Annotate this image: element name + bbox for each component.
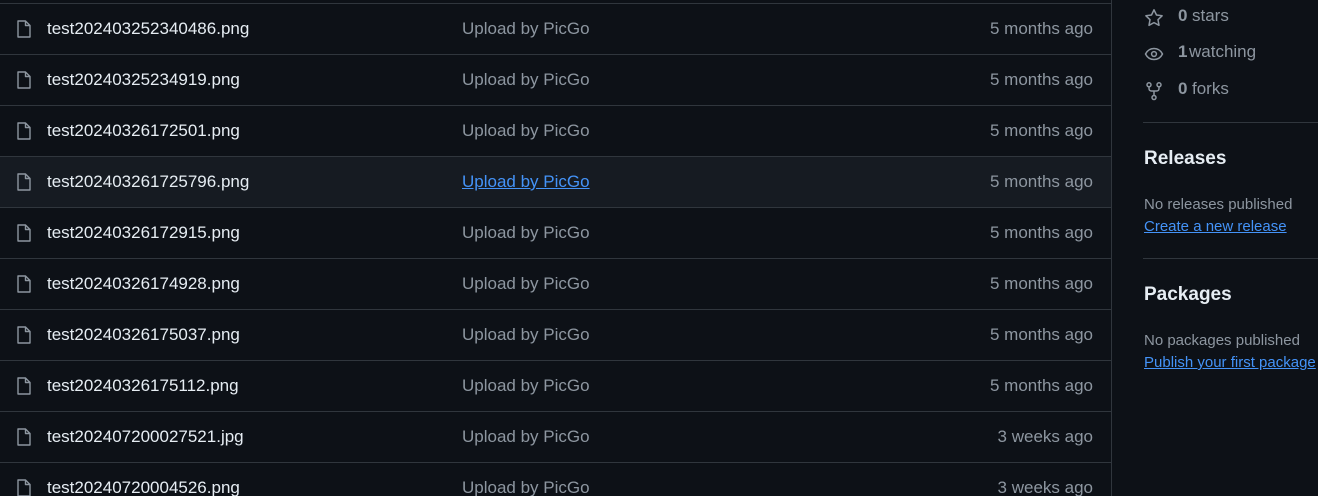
commit-message-link[interactable]: Upload by PicGo: [462, 427, 590, 447]
star-icon: [1145, 9, 1163, 27]
commit-message-link[interactable]: Upload by PicGo: [462, 478, 590, 496]
commit-age: 3 weeks ago: [997, 478, 1093, 496]
file-name-link[interactable]: test202407200027521.jpg: [47, 427, 244, 447]
commit-age: 5 months ago: [989, 325, 1093, 344]
commit-age: 5 months ago: [989, 223, 1093, 242]
publish-package-link[interactable]: Publish your first package: [1144, 354, 1316, 371]
file-name-link[interactable]: test20240326172915.png: [47, 223, 240, 243]
commit-age: 5 months ago: [989, 172, 1093, 191]
packages-empty-text: No packages published: [1144, 332, 1300, 349]
sidebar-divider: [1143, 122, 1318, 123]
watching-count: 1: [1178, 42, 1188, 61]
stars-label: stars: [1192, 6, 1229, 25]
file-name-link[interactable]: test20240326174928.png: [47, 274, 240, 294]
releases-empty-text: No releases published: [1144, 196, 1293, 213]
stars-link[interactable]: 0 stars: [1143, 6, 1263, 28]
packages-heading[interactable]: Packages: [1144, 284, 1232, 306]
file-name-link[interactable]: test20240720004526.png: [47, 478, 240, 496]
commit-message-link[interactable]: Upload by PicGo: [462, 70, 590, 90]
file-icon: [17, 326, 31, 344]
file-name-link[interactable]: test202403252340486.png: [47, 19, 249, 39]
commit-message-link[interactable]: Upload by PicGo: [462, 376, 590, 396]
create-release-link[interactable]: Create a new release: [1144, 218, 1287, 235]
stars-count: 0: [1178, 6, 1188, 25]
table-row[interactable]: test20240325234919.png Upload by PicGo 5…: [0, 55, 1111, 106]
repo-sidebar: 0 stars 1 watching 0 forks Releases No r…: [1143, 0, 1318, 496]
sidebar-divider: [1143, 258, 1318, 259]
commit-age: 5 months ago: [989, 376, 1093, 395]
table-row[interactable]: test20240326175112.png Upload by PicGo 5…: [0, 361, 1111, 412]
forks-label: forks: [1192, 79, 1229, 98]
file-icon: [17, 173, 31, 191]
commit-age: 5 months ago: [989, 19, 1093, 38]
file-icon: [17, 71, 31, 89]
file-icon: [17, 122, 31, 140]
table-row[interactable]: test20240720004526.png Upload by PicGo 3…: [0, 463, 1111, 496]
table-row[interactable]: test202403252340486.png Upload by PicGo …: [0, 4, 1111, 55]
file-table: test202403252340486.png Upload by PicGo …: [0, 0, 1112, 496]
file-icon: [17, 275, 31, 293]
watching-link[interactable]: 1 watching: [1143, 42, 1273, 64]
file-icon: [17, 428, 31, 446]
file-icon: [17, 377, 31, 395]
file-name-link[interactable]: test20240326172501.png: [47, 121, 240, 141]
commit-message-link[interactable]: Upload by PicGo: [462, 121, 590, 141]
watching-label: watching: [1189, 42, 1257, 61]
commit-message-link[interactable]: Upload by PicGo: [462, 172, 590, 192]
file-name-link[interactable]: test20240325234919.png: [47, 70, 240, 90]
file-name-link[interactable]: test20240326175112.png: [47, 376, 239, 396]
file-icon: [17, 224, 31, 242]
commit-age: 5 months ago: [989, 274, 1093, 293]
commit-message-link[interactable]: Upload by PicGo: [462, 325, 590, 345]
table-row[interactable]: test20240326172501.png Upload by PicGo 5…: [0, 106, 1111, 157]
table-row[interactable]: test20240326174928.png Upload by PicGo 5…: [0, 259, 1111, 310]
commit-message-link[interactable]: Upload by PicGo: [462, 19, 590, 39]
table-row[interactable]: test202407200027521.jpg Upload by PicGo …: [0, 412, 1111, 463]
file-icon: [17, 479, 31, 496]
forks-count: 0: [1178, 79, 1188, 98]
commit-age: 5 months ago: [989, 121, 1093, 140]
fork-icon: [1146, 82, 1162, 101]
eye-icon: [1144, 47, 1164, 61]
forks-link[interactable]: 0 forks: [1143, 79, 1263, 101]
file-name-link[interactable]: test202403261725796.png: [47, 172, 249, 192]
commit-message-link[interactable]: Upload by PicGo: [462, 274, 590, 294]
releases-heading[interactable]: Releases: [1144, 148, 1226, 170]
table-row[interactable]: test202403261725796.png Upload by PicGo …: [0, 157, 1111, 208]
commit-age: 3 weeks ago: [997, 427, 1093, 446]
file-icon: [17, 20, 31, 38]
commit-age: 5 months ago: [989, 70, 1093, 89]
file-name-link[interactable]: test20240326175037.png: [47, 325, 240, 345]
commit-message-link[interactable]: Upload by PicGo: [462, 223, 590, 243]
table-row[interactable]: test20240326172915.png Upload by PicGo 5…: [0, 208, 1111, 259]
table-row[interactable]: test20240326175037.png Upload by PicGo 5…: [0, 310, 1111, 361]
